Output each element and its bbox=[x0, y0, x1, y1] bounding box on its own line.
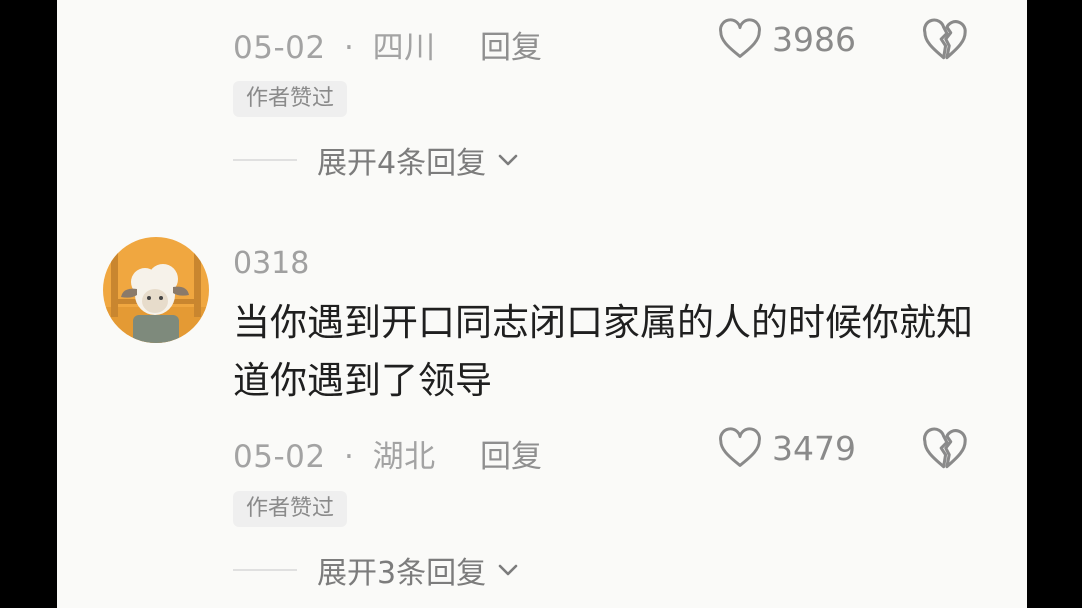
chevron-down-icon bbox=[498, 564, 518, 576]
heart-outline-icon bbox=[719, 427, 761, 467]
heart-outline-icon bbox=[719, 18, 761, 58]
comment-location: 湖北 bbox=[372, 439, 436, 475]
divider-line bbox=[233, 159, 297, 161]
expand-replies-label: 展开4条回复 bbox=[317, 146, 487, 181]
avatar[interactable] bbox=[103, 237, 209, 343]
comment-meta: 05-02 · 四川 bbox=[233, 22, 436, 67]
comment-list: 05-02 · 四川 回复 3986 作者赞过 展开4条回复 0318 当你遇到… bbox=[57, 0, 1027, 608]
chevron-down-icon bbox=[498, 154, 518, 166]
like-count: 3986 bbox=[772, 19, 856, 59]
reply-button[interactable]: 回复 bbox=[480, 431, 542, 476]
comment-text: 当你遇到开口同志闭口家属的人的时候你就知道你遇到了领导 bbox=[233, 301, 973, 402]
meta-separator: · bbox=[343, 30, 355, 66]
meta-separator: · bbox=[343, 439, 355, 475]
divider-line bbox=[233, 569, 297, 571]
expand-replies[interactable]: 展开3条回复 bbox=[233, 548, 520, 592]
comment-date: 05-02 bbox=[233, 30, 326, 66]
expand-replies[interactable]: 展开4条回复 bbox=[233, 138, 520, 182]
comment-username[interactable]: 0318 bbox=[233, 246, 309, 281]
comment-date: 05-02 bbox=[233, 439, 326, 475]
author-liked-tag: 作者赞过 bbox=[233, 81, 348, 117]
reply-button[interactable]: 回复 bbox=[480, 22, 542, 67]
like-button[interactable]: 3479 bbox=[718, 427, 856, 469]
avatar-image bbox=[103, 237, 209, 343]
like-count: 3479 bbox=[772, 428, 856, 468]
comment-meta: 05-02 · 湖北 bbox=[233, 431, 436, 476]
like-button[interactable]: 3986 bbox=[718, 18, 856, 60]
comment-location: 四川 bbox=[372, 30, 436, 66]
broken-heart-icon[interactable] bbox=[922, 427, 968, 471]
author-liked-tag: 作者赞过 bbox=[233, 491, 348, 527]
broken-heart-icon[interactable] bbox=[922, 18, 968, 62]
expand-replies-label: 展开3条回复 bbox=[317, 556, 487, 591]
